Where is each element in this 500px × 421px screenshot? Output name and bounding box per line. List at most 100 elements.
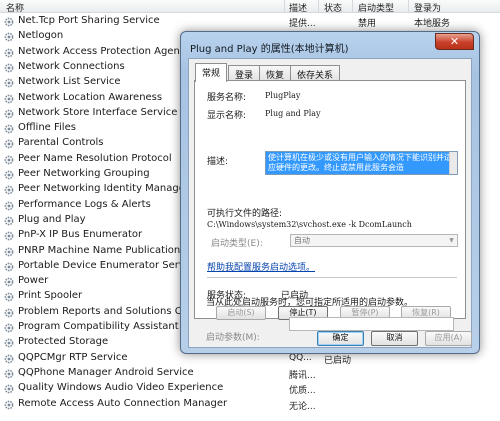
service-name: Net.Tcp Port Sharing Service (18, 15, 160, 26)
column-separator[interactable] (408, 0, 409, 13)
gear-icon (4, 308, 14, 318)
exe-path-label: 可执行文件的路径: (207, 209, 283, 219)
service-name: Portable Device Enumerator Service (18, 259, 200, 271)
table-row[interactable]: Remote Access Auto Connection Manager 无论.… (0, 397, 500, 412)
gear-icon (4, 292, 14, 302)
gear-icon (4, 323, 14, 333)
start-button[interactable]: 启动(S) (216, 306, 266, 320)
close-button[interactable]: ✕ (435, 33, 474, 50)
gear-icon (4, 124, 14, 134)
gear-icon (4, 384, 14, 394)
tab-general[interactable]: 常规 (195, 63, 228, 82)
table-row[interactable]: Quality Windows Audio Video Experience 优质… (0, 381, 500, 396)
gear-icon (4, 109, 14, 119)
display-name-value: Plug and Play (265, 109, 321, 118)
table-row[interactable]: QQPhone Manager Android Service 腾讯... (0, 366, 500, 381)
column-separator[interactable] (318, 0, 319, 13)
service-name: Power (18, 275, 49, 287)
column-header-logon-as[interactable]: 登录为 (414, 1, 441, 14)
service-description: QQ... (289, 352, 312, 363)
service-description: 无论... (289, 401, 316, 412)
gear-icon (4, 247, 14, 257)
service-name: PnP-X IP Bus Enumerator (18, 229, 143, 241)
service-name: Network Store Interface Service (18, 106, 178, 118)
service-name: Network List Service (18, 76, 121, 88)
startup-type-value: 自动 (294, 236, 310, 245)
tab-logon[interactable]: 登录 (228, 65, 261, 81)
column-header-name[interactable]: 名称 (6, 1, 24, 14)
startup-type-select[interactable]: 自动 ▼ (290, 234, 458, 247)
gear-icon (4, 354, 14, 364)
description-scrollbar[interactable] (449, 152, 457, 174)
column-header-bar: 名称 描述 状态 启动类型 登录为 (0, 0, 500, 14)
gear-icon (4, 262, 14, 272)
service-name: Print Spooler (18, 290, 83, 302)
table-row[interactable]: Net.Tcp Port Sharing Service 提供... 禁用 本地服务 (0, 14, 500, 29)
column-header-status[interactable]: 状态 (324, 1, 342, 14)
dialog-client-area: 常规 登录 恢复 依存关系 服务名称: PlugPlay 显示名称: Plug … (188, 58, 472, 348)
gear-icon (4, 139, 14, 149)
service-name: Offline Files (18, 122, 76, 134)
column-separator[interactable] (352, 0, 353, 13)
service-name: Netlogon (18, 30, 64, 42)
chevron-down-icon: ▼ (449, 237, 454, 244)
service-name: QQPCMgr RTP Service (18, 351, 128, 363)
service-name: Performance Logs & Alerts (18, 198, 151, 210)
description-label: 描述: (207, 157, 229, 167)
column-header-startup-type[interactable]: 启动类型 (358, 1, 394, 14)
apply-button[interactable]: 应用(A) (425, 331, 472, 346)
gear-icon (4, 94, 14, 104)
gear-icon (4, 185, 14, 195)
service-name: Quality Windows Audio Video Experience (18, 382, 224, 394)
close-icon: ✕ (449, 35, 460, 48)
service-name: Network Location Awareness (18, 91, 163, 103)
gear-icon (4, 32, 14, 42)
service-name: Network Connections (18, 60, 125, 72)
startup-type-label: 启动类型(E): (211, 239, 263, 249)
service-name: Peer Name Resolution Protocol (18, 152, 172, 164)
service-description: 提供... (289, 19, 316, 29)
tab-dependencies[interactable]: 依存关系 (290, 65, 341, 81)
gear-icon (4, 277, 14, 287)
gear-icon (4, 216, 14, 226)
column-separator[interactable] (284, 0, 285, 13)
gear-icon (4, 78, 14, 88)
gear-icon (4, 17, 14, 27)
gear-icon (4, 48, 14, 58)
column-header-description[interactable]: 描述 (289, 1, 307, 14)
description-field[interactable]: 使计算机在极少或没有用户输入的情况下能识别并适应硬件的更改。终止或禁用此服务会造 (265, 151, 458, 175)
service-description: 腾讯... (289, 370, 316, 381)
gear-icon (4, 231, 14, 241)
description-text: 使计算机在极少或没有用户输入的情况下能识别并适应硬件的更改。终止或禁用此服务会造 (266, 152, 457, 174)
start-params-label: 启动参数(M): (206, 333, 260, 343)
service-description: 优质... (289, 386, 316, 397)
start-params-hint: 当从此处启动服务时，您可指定所适用的启动参数。 (206, 298, 414, 308)
tab-recovery[interactable]: 恢复 (259, 65, 292, 81)
service-name: Parental Controls (18, 137, 104, 149)
gear-icon (4, 369, 14, 379)
service-status: 已启动 (324, 355, 352, 366)
service-name: Protected Storage (18, 336, 109, 348)
service-name: Remote Access Auto Connection Manager (18, 397, 228, 409)
gear-icon (4, 170, 14, 180)
gear-icon (4, 400, 14, 410)
service-name-label: 服务名称: (207, 93, 247, 103)
dialog-title: Plug and Play 的属性(本地计算机) (190, 44, 349, 55)
service-name: Peer Networking Grouping (18, 168, 150, 179)
divider (207, 277, 457, 278)
exe-path-value: C:\Windows\system32\svchost.exe -k DcomL… (207, 220, 412, 229)
general-tab-panel: 服务名称: PlugPlay 显示名称: Plug and Play 描述: 使… (194, 80, 466, 320)
service-logon-as: 本地服务 (414, 19, 451, 29)
service-name: QQPhone Manager Android Service (18, 366, 194, 378)
gear-icon (4, 63, 14, 73)
gear-icon (4, 155, 14, 165)
gear-icon (4, 201, 14, 211)
service-name: Network Access Protection Agent (18, 45, 184, 57)
cancel-button[interactable]: 取消 (371, 331, 418, 346)
help-configure-link[interactable]: 帮助我配置服务启动选项。 (207, 260, 315, 273)
gear-icon (4, 338, 14, 348)
service-name: Plug and Play (18, 213, 86, 225)
start-params-input[interactable] (289, 317, 454, 331)
properties-dialog: Plug and Play 的属性(本地计算机) ✕ 常规 登录 恢复 依存关系… (180, 31, 480, 354)
ok-button[interactable]: 确定 (317, 331, 364, 346)
